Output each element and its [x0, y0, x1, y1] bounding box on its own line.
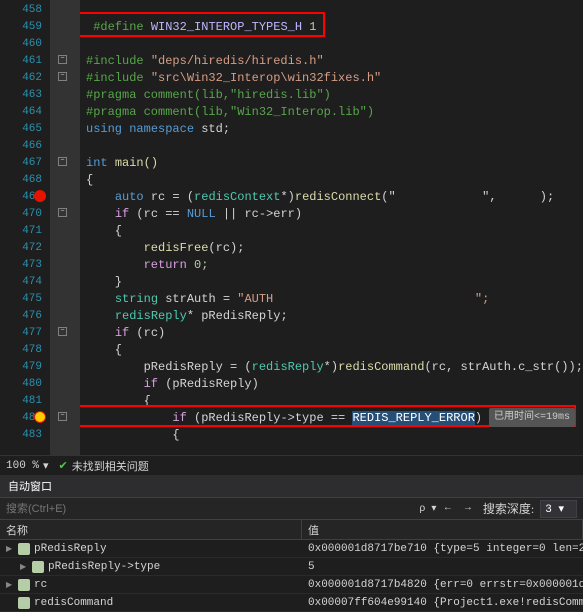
fold-margin[interactable]: − − − − − −	[50, 0, 80, 455]
fold-toggle[interactable]: −	[58, 208, 67, 217]
issues-text: 未找到相关问题	[72, 458, 149, 474]
expand-icon[interactable]: ▶	[6, 544, 14, 554]
autos-panel-header[interactable]: 自动窗口	[0, 475, 583, 498]
depth-dropdown[interactable]: 3 ▾	[540, 500, 577, 518]
breakpoint-icon[interactable]	[34, 190, 46, 202]
table-row[interactable]: ▶rc 0x000001d8717b4820 {err=0 errstr=0x0…	[0, 576, 583, 594]
watch-table-header: 名称 值	[0, 520, 583, 540]
line-number-gutter: 458 459 460 461 462 463 464 465 466 467 …	[0, 0, 50, 455]
fold-toggle[interactable]: −	[58, 157, 67, 166]
column-value[interactable]: 值	[302, 520, 583, 539]
variable-icon	[18, 579, 30, 591]
variable-icon	[18, 597, 30, 609]
search-clear-icon[interactable]: ρ ▾	[419, 500, 437, 518]
expand-icon[interactable]: ▶	[6, 580, 14, 590]
fold-toggle[interactable]: −	[58, 412, 67, 421]
status-bar: 100 % ▾ ✔ 未找到相关问题	[0, 455, 583, 475]
search-input[interactable]	[0, 501, 419, 517]
search-row: ρ ▾ ← → 搜索深度: 3 ▾	[0, 498, 583, 520]
fold-toggle[interactable]: −	[58, 327, 67, 336]
nav-prev-icon[interactable]: ←	[439, 500, 457, 518]
chevron-down-icon[interactable]: ▾	[43, 459, 49, 473]
zoom-control[interactable]: 100 % ▾	[6, 459, 49, 473]
variable-icon	[18, 543, 30, 555]
column-name[interactable]: 名称	[0, 520, 302, 539]
code-area[interactable]: #define WIN32_INTEROP_TYPES_H 1 #include…	[80, 0, 583, 455]
watch-table-body: ▶pRedisReply 0x000001d8717be710 {type=5 …	[0, 540, 583, 612]
table-row[interactable]: redisCommand 0x00007ff604e99140 {Project…	[0, 594, 583, 612]
timing-badge: 已用时间<=19ms	[489, 408, 575, 427]
variable-icon	[32, 561, 44, 573]
check-icon: ✔	[59, 459, 68, 473]
execution-pointer-icon[interactable]	[34, 411, 46, 423]
expand-icon[interactable]: ▶	[20, 562, 28, 572]
fold-toggle[interactable]: −	[58, 55, 67, 64]
table-row[interactable]: ▶pRedisReply->type 5	[0, 558, 583, 576]
fold-toggle[interactable]: −	[58, 72, 67, 81]
table-row[interactable]: ▶pRedisReply 0x000001d8717be710 {type=5 …	[0, 540, 583, 558]
depth-label: 搜索深度:	[483, 500, 534, 517]
nav-next-icon[interactable]: →	[459, 500, 477, 518]
code-editor[interactable]: 458 459 460 461 462 463 464 465 466 467 …	[0, 0, 583, 455]
